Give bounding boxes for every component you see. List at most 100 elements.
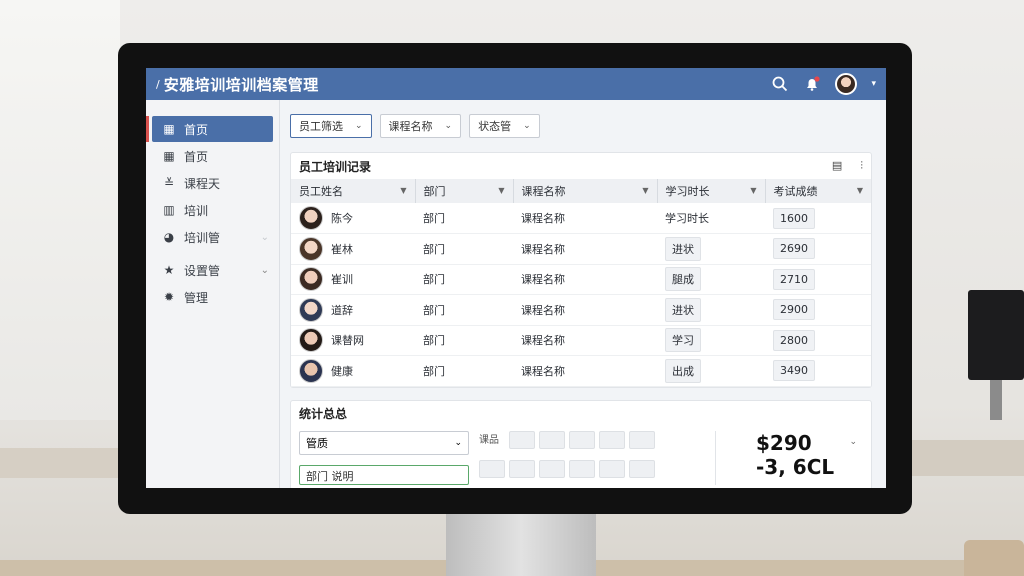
employee-filter-select[interactable]: 员工筛选 ⌄: [290, 114, 372, 138]
status-filter-select[interactable]: 状态管 ⌄: [469, 114, 540, 138]
chevron-down-icon: ⌄: [444, 121, 453, 131]
filter-key[interactable]: [599, 430, 625, 449]
background-monitor: [968, 290, 1024, 380]
book-icon: ≚: [163, 176, 175, 190]
avatar: [299, 297, 323, 322]
filter-key[interactable]: [539, 430, 565, 449]
statistics-summary-card: 统计总总 管质 ⌄ 部门 说明 课品 ⌄ $290 -3, 6CL: [290, 399, 872, 488]
app-header: / 安雅培训培训档案管理 ▾: [146, 68, 886, 100]
sidebar-item-label: 培训: [184, 203, 209, 218]
department-cell: 部门: [415, 203, 513, 234]
card-title: 统计总总: [299, 407, 348, 421]
department-cell: 部门: [415, 264, 513, 295]
filter-key-grid: 课品: [479, 430, 655, 485]
course-cell: 课程名称: [513, 325, 657, 356]
employee-name: 崔训: [331, 273, 353, 287]
filter-key[interactable]: [569, 430, 595, 449]
status-filter-label: 状态管: [478, 120, 512, 133]
sidebar: ▦ 首页 ▦ 首页 ≚ 课程天 ▥ 培训 ◕ 培训管 ⌄ ★ 设置管 ⌄ ✹ 管…: [146, 100, 280, 488]
export-icon[interactable]: ▤: [832, 159, 842, 173]
coffee-mug: [964, 540, 1024, 576]
monitor-screen: / 安雅培训培训档案管理 ▾ ▦ 首页 ▦ 首页 ≚ 课程天 ▥ 培训 ◕ 培训…: [146, 68, 886, 488]
summary-select-label: 管质: [306, 436, 328, 450]
duration-badge: 腿成: [665, 267, 701, 292]
sidebar-item-label: 培训管: [184, 230, 221, 245]
filter-key[interactable]: [599, 459, 625, 478]
sidebar-item-label: 课程天: [184, 176, 221, 191]
department-cell: 部门: [415, 325, 513, 356]
course-cell: 课程名称: [513, 264, 657, 295]
department-cell: 部门: [415, 233, 513, 265]
filter-key[interactable]: [509, 430, 535, 449]
sort-icon[interactable]: ▼: [642, 186, 648, 195]
duration-badge: 进状: [665, 297, 701, 322]
background-monitor-stand: [990, 380, 1002, 420]
filter-key[interactable]: [539, 459, 565, 478]
filter-key[interactable]: [479, 459, 505, 478]
duration-badge: 学习: [665, 328, 701, 353]
star-icon: ★: [163, 263, 175, 277]
table-row[interactable]: 道辞 部门 课程名称 进状 2900: [291, 294, 871, 326]
column-settings-icon[interactable]: ⫶: [860, 159, 863, 173]
sort-icon[interactable]: ▼: [857, 186, 863, 195]
filter-key[interactable]: [629, 459, 655, 478]
score-badge: 1600: [773, 207, 815, 229]
monitor-stand: [446, 512, 596, 576]
background-window: [0, 0, 120, 420]
stat-primary-value: $290: [756, 430, 812, 455]
chevron-down-icon: ⌄: [260, 264, 269, 276]
chart-icon: ▥: [163, 203, 175, 217]
sort-icon[interactable]: ▼: [400, 186, 406, 195]
user-avatar[interactable]: [835, 73, 858, 95]
dashboard-icon: ▦: [163, 122, 175, 136]
sidebar-item-admin[interactable]: ✹ 管理: [146, 284, 279, 310]
summary-select[interactable]: 管质 ⌄: [299, 430, 469, 455]
column-header[interactable]: 课程名称 ▼: [513, 179, 658, 203]
key-grid-label: 课品: [479, 434, 499, 446]
table-row[interactable]: 崔林 部门 课程名称 进状 2690: [291, 233, 871, 265]
chevron-down-icon[interactable]: ⌄: [849, 437, 857, 447]
sort-icon[interactable]: ▼: [498, 186, 504, 195]
background-shelf: [910, 440, 1024, 476]
employee-filter-label: 员工筛选: [299, 120, 343, 133]
score-badge: 3490: [773, 360, 815, 382]
table-row[interactable]: 课替网 部门 课程名称 学习 2800: [291, 325, 871, 356]
training-records-table: 员工姓名 ▼ 部门 ▼ 课程名称 ▼ 学习时长 ▼ 考试成绩 ▼ 陈今 部门 课程名称 学…: [291, 179, 871, 387]
column-header[interactable]: 员工姓名 ▼: [291, 179, 416, 203]
avatar: [299, 358, 323, 383]
pie-icon: ◕: [163, 230, 175, 244]
filter-key[interactable]: [569, 459, 595, 478]
filter-key[interactable]: [629, 430, 655, 449]
grid-icon: ▦: [163, 149, 175, 163]
score-badge: 2900: [773, 299, 815, 321]
sidebar-item-courses[interactable]: ≚ 课程天: [146, 170, 279, 196]
duration-cell: 学习时长: [657, 203, 765, 234]
sort-icon[interactable]: ▼: [750, 186, 756, 195]
column-header[interactable]: 学习时长 ▼: [657, 179, 766, 203]
search-icon[interactable]: [771, 75, 789, 93]
sidebar-item-training[interactable]: ▥ 培训: [146, 197, 279, 223]
table-row[interactable]: 崔训 部门 课程名称 腿成 2710: [291, 264, 871, 295]
sidebar-item-label: 首页: [184, 149, 209, 164]
chevron-down-icon[interactable]: ▾: [871, 79, 876, 89]
column-header[interactable]: 部门 ▼: [415, 179, 514, 203]
filter-key[interactable]: [509, 459, 535, 478]
sidebar-item-training-manage[interactable]: ◕ 培训管 ⌄: [146, 224, 279, 250]
sidebar-item-label: 设置管: [184, 263, 221, 278]
column-header[interactable]: 考试成绩 ▼: [765, 179, 871, 203]
sidebar-item-settings[interactable]: ★ 设置管 ⌄: [146, 257, 279, 283]
summary-input[interactable]: 部门 说明: [299, 464, 469, 485]
avatar: [299, 236, 323, 261]
course-cell: 课程名称: [513, 355, 657, 387]
training-records-card: 员工培训记录 ▤ ⫶ 员工姓名 ▼ 部门 ▼ 课程名称 ▼ 学习时长 ▼ 考试成绩 ▼: [290, 152, 872, 388]
table-row[interactable]: 陈今 部门 课程名称 学习时长 1600: [291, 203, 871, 234]
bell-icon[interactable]: [803, 75, 821, 93]
chevron-down-icon: ⌄: [260, 231, 269, 243]
avatar: [299, 206, 323, 230]
duration-badge: 进状: [665, 236, 701, 261]
sidebar-item-overview[interactable]: ▦ 首页: [146, 143, 279, 169]
course-cell: 课程名称: [513, 294, 657, 326]
course-filter-select[interactable]: 课程名称 ⌄: [379, 114, 462, 138]
table-row[interactable]: 健康 部门 课程名称 出成 3490: [291, 355, 871, 387]
sidebar-item-home[interactable]: ▦ 首页: [146, 116, 273, 142]
